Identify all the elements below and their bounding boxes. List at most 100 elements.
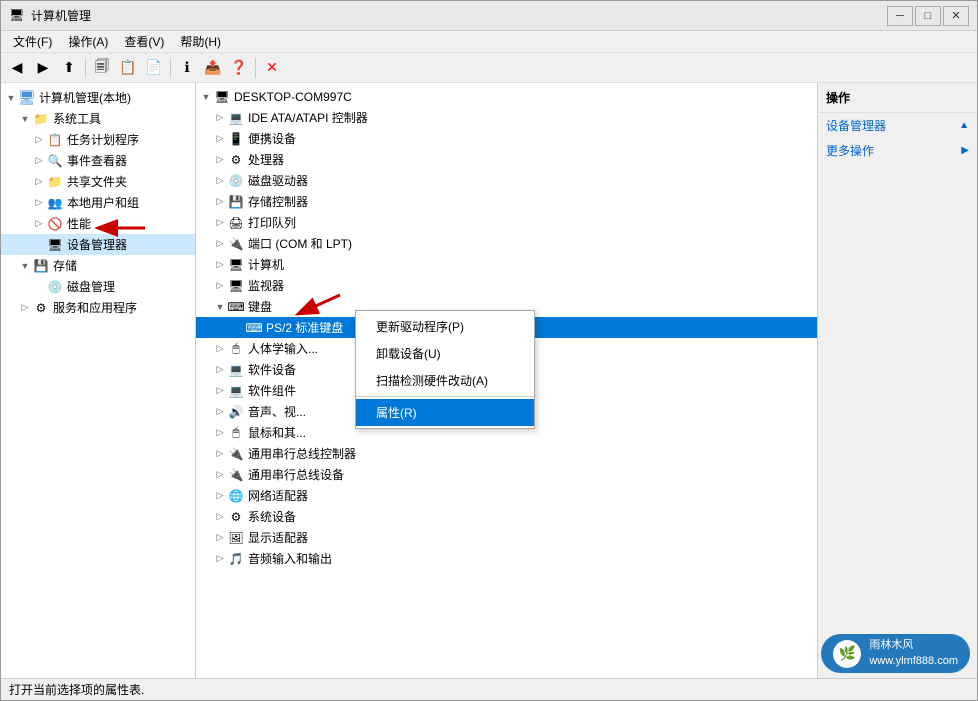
device-network[interactable]: ▷ 🌐 网络适配器 [196,485,817,506]
title-bar-left: 🖥 计算机管理 [9,7,91,24]
window-title: 计算机管理 [31,7,91,24]
context-menu-uninstall[interactable]: 卸载设备(U) [356,340,534,367]
device-manager-icon: 🖥 [47,237,63,253]
tree-task-scheduler[interactable]: ▷ 📋 任务计划程序 [1,129,195,150]
tree-root[interactable]: ▼ 🖥 计算机管理(本地) [1,87,195,108]
toolbar-stop[interactable]: ✕ [260,56,284,80]
device-system-label: 系统设备 [248,508,296,525]
action-more-expand-icon: ▶ [961,145,969,156]
tree-device-manager-label: 设备管理器 [67,236,127,253]
device-print[interactable]: ▷ 🖨 打印队列 [196,212,817,233]
device-root-label: DESKTOP-COM997C [234,90,352,104]
tree-services-label: 服务和应用程序 [53,299,137,316]
toolbar-paste[interactable]: 📄 [142,56,166,80]
tree-device-manager[interactable]: 🖥 设备管理器 [1,234,195,255]
context-menu-properties[interactable]: 属性(R) [356,399,534,426]
toolbar-sep2 [170,58,171,78]
action-expand-icon: ▲ [959,120,969,131]
expand-system-tools: ▼ [19,113,31,125]
toolbar-help[interactable]: ❓ [227,56,251,80]
device-processor-label: 处理器 [248,151,284,168]
tree-performance-label: 性能 [67,215,91,232]
event-icon: 🔍 [47,153,63,169]
toolbar-export[interactable]: 📤 [201,56,225,80]
expand-storage: ▼ [19,260,31,272]
menu-view[interactable]: 查看(V) [116,31,172,52]
toolbar-sep3 [255,58,256,78]
tree-local-users-label: 本地用户和组 [67,194,139,211]
tree-task-scheduler-label: 任务计划程序 [67,131,139,148]
toolbar-info[interactable]: ℹ [175,56,199,80]
device-root[interactable]: ▼ 🖥 DESKTOP-COM997C [196,87,817,107]
action-more[interactable]: 更多操作 ▶ [818,138,977,163]
maximize-button[interactable]: □ [915,6,941,26]
device-processor[interactable]: ▷ ⚙ 处理器 [196,149,817,170]
device-usb-ctrl[interactable]: ▷ 🔌 通用串行总线控制器 [196,443,817,464]
toolbar-up[interactable]: ⬆ [57,56,81,80]
context-menu-uninstall-label: 卸载设备(U) [376,345,441,362]
device-display[interactable]: ▷ 🖼 显示适配器 [196,527,817,548]
device-software-label: 软件设备 [248,361,296,378]
users-icon: 👥 [47,195,63,211]
tree-system-tools-label: 系统工具 [53,110,101,127]
device-usb-dev[interactable]: ▷ 🔌 通用串行总线设备 [196,464,817,485]
device-disk[interactable]: ▷ 💿 磁盘驱动器 [196,170,817,191]
action-device-manager-label: 设备管理器 [826,117,886,134]
tree-system-tools[interactable]: ▼ 📁 系统工具 [1,108,195,129]
menu-file[interactable]: 文件(F) [5,31,60,52]
action-device-manager[interactable]: 设备管理器 ▲ [818,113,977,138]
device-ide[interactable]: ▷ 💻 IDE ATA/ATAPI 控制器 [196,107,817,128]
device-monitor[interactable]: ▷ 🖥 监视器 [196,275,817,296]
expand-task-scheduler: ▷ [33,134,45,146]
tree-disk-mgmt[interactable]: 💿 磁盘管理 [1,276,195,297]
shared-folder-icon: 📁 [47,174,63,190]
tree-event-viewer[interactable]: ▷ 🔍 事件查看器 [1,150,195,171]
device-software-comp-label: 软件组件 [248,382,296,399]
toolbar-back[interactable]: ◀ [5,56,29,80]
desktop-icon: 🖥 [214,89,230,105]
tree-shared-folder[interactable]: ▷ 📁 共享文件夹 [1,171,195,192]
device-audio-label: 音声、视... [248,403,306,420]
tree-services[interactable]: ▷ ⚙ 服务和应用程序 [1,297,195,318]
toolbar-copy[interactable]: 📋 [116,56,140,80]
expand-performance: ▷ [33,218,45,230]
watermark-logo: 🌿 [833,640,861,668]
action-more-label: 更多操作 [826,142,874,159]
computer-icon: 🖥 [19,90,35,106]
device-usb-ctrl-label: 通用串行总线控制器 [248,445,356,462]
context-menu-scan[interactable]: 扫描检测硬件改动(A) [356,367,534,394]
menu-action[interactable]: 操作(A) [60,31,116,52]
device-port[interactable]: ▷ 🔌 端口 (COM 和 LPT) [196,233,817,254]
device-audio-io[interactable]: ▷ 🎵 音频输入和输出 [196,548,817,569]
expand-device-root: ▼ [200,91,212,103]
close-button[interactable]: ✕ [943,6,969,26]
device-computer[interactable]: ▷ 🖥 计算机 [196,254,817,275]
device-port-label: 端口 (COM 和 LPT) [248,235,352,252]
device-portable[interactable]: ▷ 📱 便携设备 [196,128,817,149]
tree-storage[interactable]: ▼ 💾 存储 [1,255,195,276]
device-keyboard-label: 键盘 [248,298,272,315]
storage-icon: 💾 [33,258,49,274]
toolbar-sep1 [85,58,86,78]
status-bar: 打开当前选择项的属性表. [1,678,977,700]
action-header: 操作 [818,83,977,113]
app-icon: 🖥 [9,8,25,24]
expand-local-users: ▷ [33,197,45,209]
folder-icon: 📁 [33,111,49,127]
menu-bar: 文件(F) 操作(A) 查看(V) 帮助(H) [1,31,977,53]
title-buttons: ─ □ ✕ [887,6,969,26]
tree-root-label: 计算机管理(本地) [39,89,131,106]
device-ide-label: IDE ATA/ATAPI 控制器 [248,109,368,126]
tree-local-users[interactable]: ▷ 👥 本地用户和组 [1,192,195,213]
menu-help[interactable]: 帮助(H) [172,31,229,52]
tree-disk-mgmt-label: 磁盘管理 [67,278,115,295]
context-menu-scan-label: 扫描检测硬件改动(A) [376,372,488,389]
device-hid-label: 人体学输入... [248,340,318,357]
context-menu-update-driver[interactable]: 更新驱动程序(P) [356,313,534,340]
toolbar-forward[interactable]: ▶ [31,56,55,80]
device-system[interactable]: ▷ ⚙ 系统设备 [196,506,817,527]
minimize-button[interactable]: ─ [887,6,913,26]
tree-performance[interactable]: ▷ 🚫 性能 [1,213,195,234]
device-storage-ctrl[interactable]: ▷ 💾 存储控制器 [196,191,817,212]
toolbar-show-hide[interactable]: 🗐 [90,56,114,80]
